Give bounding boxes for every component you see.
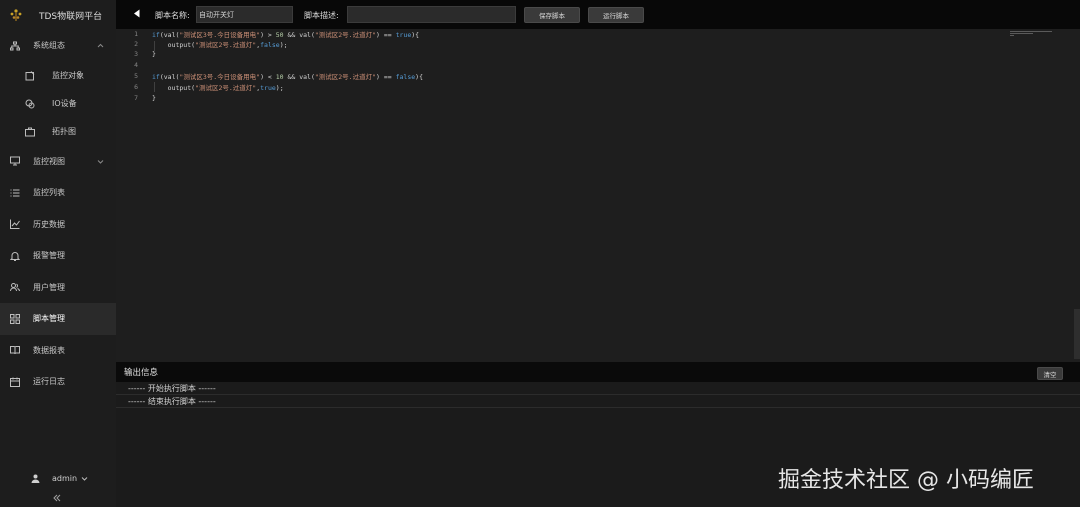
username: admin (52, 474, 78, 483)
collapse-sidebar-icon[interactable] (52, 493, 62, 503)
script-desc-input[interactable] (347, 6, 516, 23)
code-line: 2 output("测试区2号.过道灯",false); (116, 39, 1066, 49)
script-desc-label: 脚本描述: (304, 11, 339, 20)
book-icon (10, 345, 20, 355)
line-number: 4 (134, 61, 138, 69)
app-title: TDS物联网平台 (39, 11, 103, 22)
list-icon (10, 188, 20, 198)
sidebar-item-label: 用户管理 (33, 282, 65, 292)
bell-icon (10, 251, 20, 261)
sidebar-nav: 系统组态 监控对象 IO设备 拓扑图 监控视图 监控列表 历史数据 报警管理 用… (0, 30, 116, 398)
code-text: } (152, 94, 156, 102)
clear-output-button[interactable]: 清空 (1037, 367, 1063, 380)
line-number: 2 (134, 40, 138, 48)
back-arrow-icon[interactable] (133, 9, 141, 18)
grid-icon (10, 313, 20, 324)
monitor-icon (10, 156, 20, 166)
chevron-down-icon (97, 159, 104, 164)
sidebar-item-label: 监控视图 (33, 156, 65, 166)
calendar-icon (10, 377, 20, 387)
code-line: 7 } (116, 93, 1066, 103)
sitemap-icon (10, 41, 20, 51)
code-text: if(val("测试区3号.今日设备用电") < 10 && val("测试区2… (152, 73, 423, 81)
code-line: 5 if(val("测试区3号.今日设备用电") < 10 && val("测试… (116, 71, 1066, 81)
code-line: 6 output("测试区2号.过道灯",true); (116, 82, 1066, 92)
users-icon (10, 282, 20, 292)
chevron-down-icon (81, 477, 88, 481)
sidebar-item-history-data[interactable]: 历史数据 (0, 209, 116, 241)
logo-icon (10, 9, 22, 21)
toolbar: 脚本名称: 脚本描述: 保存脚本 运行脚本 (116, 0, 1080, 29)
sidebar-item-topology[interactable]: 拓扑图 (0, 118, 116, 146)
sidebar-item-user-management[interactable]: 用户管理 (0, 272, 116, 304)
sidebar-item-run-log[interactable]: 运行日志 (0, 366, 116, 398)
device-icon (25, 99, 35, 109)
code-text: if(val("测试区3号.今日设备用电") > 50 && val("测试区2… (152, 31, 420, 39)
run-script-button[interactable]: 运行脚本 (588, 7, 644, 23)
code-text: output("测试区2号.过道灯",false); (152, 41, 288, 49)
line-number: 6 (134, 83, 138, 91)
sidebar-item-label: 监控对象 (52, 71, 84, 80)
line-number: 5 (134, 72, 138, 80)
line-number: 3 (134, 50, 138, 58)
sidebar-item-data-report[interactable]: 数据报表 (0, 335, 116, 367)
topology-icon (25, 127, 35, 137)
sidebar-item-label: 数据报表 (33, 345, 65, 355)
sidebar: TDS物联网平台 系统组态 监控对象 IO设备 拓扑图 监控视图 监控列表 历史… (0, 0, 116, 507)
object-icon (25, 70, 35, 81)
sidebar-item-label: 运行日志 (33, 377, 65, 387)
code-line: 4 (116, 60, 1066, 70)
editor-scrollbar[interactable] (1074, 309, 1080, 359)
line-number: 7 (134, 94, 138, 102)
sidebar-item-script-management[interactable]: 脚本管理 (0, 303, 116, 335)
chevron-up-icon (97, 44, 104, 48)
line-number: 1 (134, 30, 138, 38)
brand: TDS物联网平台 (0, 0, 116, 30)
output-header: 输出信息 清空 (116, 362, 1080, 382)
script-name-label: 脚本名称: (155, 11, 190, 20)
output-line: ------ 开始执行脚本 ------ (116, 382, 1080, 395)
sidebar-item-label: 拓扑图 (52, 127, 76, 136)
watermark: 掘金技术社区 @ 小码编匠 (778, 468, 1034, 493)
sidebar-item-label: IO设备 (52, 99, 77, 108)
code-text: } (152, 50, 156, 58)
user-icon (31, 474, 40, 483)
sidebar-item-monitor-list[interactable]: 监控列表 (0, 177, 116, 209)
chart-line-icon (10, 219, 20, 230)
sidebar-item-monitor-view[interactable]: 监控视图 (0, 146, 116, 178)
save-script-button[interactable]: 保存脚本 (524, 7, 580, 23)
sidebar-item-system-config[interactable]: 系统组态 (0, 30, 116, 62)
code-editor[interactable]: 1 if(val("测试区3号.今日设备用电") > 50 && val("测试… (116, 29, 1080, 362)
user-menu[interactable]: admin (31, 474, 88, 483)
sidebar-item-label: 系统组态 (33, 41, 65, 51)
minimap[interactable] (1010, 31, 1052, 37)
sidebar-item-monitor-object[interactable]: 监控对象 (0, 62, 116, 90)
sidebar-item-label: 脚本管理 (33, 314, 65, 324)
sidebar-item-io-device[interactable]: IO设备 (0, 90, 116, 118)
output-line: ------ 结束执行脚本 ------ (116, 395, 1080, 408)
script-name-input[interactable] (196, 6, 293, 23)
output-title: 输出信息 (124, 368, 159, 378)
sidebar-item-label: 历史数据 (33, 219, 65, 229)
code-text: output("测试区2号.过道灯",true); (152, 84, 284, 92)
code-line: 3 } (116, 49, 1066, 59)
code-line: 1 if(val("测试区3号.今日设备用电") > 50 && val("测试… (116, 29, 1066, 39)
sidebar-item-alarm[interactable]: 报警管理 (0, 240, 116, 272)
sidebar-item-label: 报警管理 (33, 251, 65, 261)
sidebar-item-label: 监控列表 (33, 188, 65, 198)
